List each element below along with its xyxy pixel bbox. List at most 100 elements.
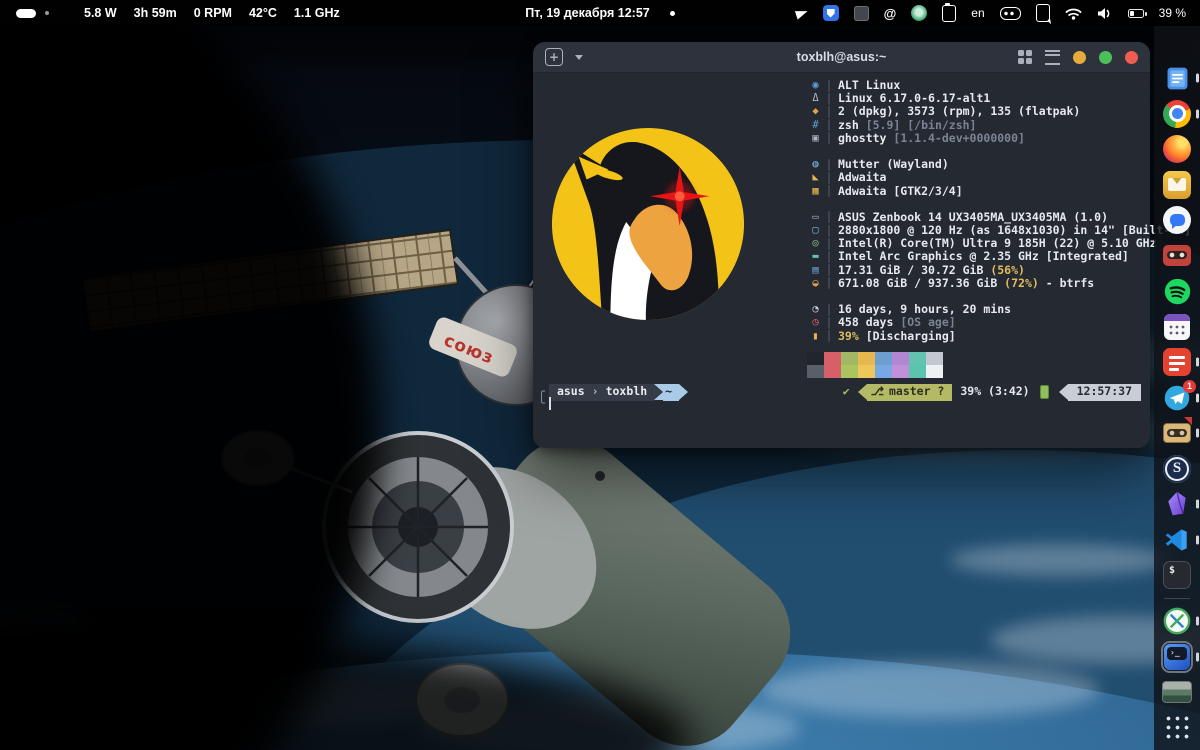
vitals-stats: 5.8 W 3h 59m 0 RPM 42°C 1.1 GHz xyxy=(84,6,340,20)
bitwarden-tray-icon[interactable] xyxy=(822,5,839,21)
separator-bar xyxy=(828,251,830,264)
separator-bar xyxy=(828,264,830,277)
dock-item-dollar-terminal[interactable]: $ xyxy=(1158,559,1196,591)
hamburger-menu-icon[interactable] xyxy=(1045,49,1060,65)
git-branch-name: master ? xyxy=(888,384,945,399)
dock-item-vscode[interactable] xyxy=(1158,524,1199,556)
fetch-text: [Discharging] xyxy=(858,328,956,343)
messenger-tray-icon[interactable] xyxy=(911,5,928,21)
maximize-button[interactable] xyxy=(1099,50,1112,64)
running-indicator xyxy=(1196,652,1199,661)
dock-item-green-x[interactable] xyxy=(1158,605,1199,637)
fetch-line: ◆ 2 (dpkg), 3573 (rpm), 135 (flatpak) xyxy=(807,105,1191,118)
dock-item-obsidian[interactable] xyxy=(1158,488,1199,520)
fetch-line: ▬ Intel Arc Graphics @ 2.35 GHz [Integrat… xyxy=(807,250,1191,263)
dock-item-ghostty[interactable]: ›_ xyxy=(1158,640,1199,673)
running-indicator xyxy=(1196,73,1199,83)
fetch-line: ▣ ghostty [1.1.4-dev+0000000] xyxy=(807,130,1191,145)
dock-item-app-grid[interactable] xyxy=(1158,712,1196,744)
os-icon: ◉ xyxy=(812,79,819,91)
screen-rotation-icon[interactable] xyxy=(1035,4,1050,22)
separator-bar xyxy=(828,237,830,250)
separator-bar xyxy=(828,316,830,329)
fetch-line: ◣ Adwaita xyxy=(807,171,1191,184)
separator-bar xyxy=(828,277,830,290)
close-button[interactable] xyxy=(1125,50,1138,64)
fetch-text: Intel Arc Graphics @ 2.35 GHz [Integrate… xyxy=(838,249,1129,264)
running-indicator xyxy=(1196,109,1199,118)
cpu-icon: ◎ xyxy=(812,237,819,250)
tab-chevron-icon[interactable] xyxy=(575,54,583,60)
palette-swatch xyxy=(824,365,841,378)
battery-percent: 39 % xyxy=(1158,6,1186,20)
fetch-text: [OS age] xyxy=(900,315,956,330)
text-cursor xyxy=(548,397,551,411)
display-icon: ▢ xyxy=(812,224,819,237)
volume-icon[interactable] xyxy=(1097,7,1113,20)
host-icon: ▭ xyxy=(812,210,819,223)
uptime-icon: ◔ xyxy=(812,303,819,316)
dock-item-s-app[interactable]: S xyxy=(1158,453,1196,485)
dock-separator xyxy=(1164,597,1190,599)
dock-item-chrome[interactable] xyxy=(1158,98,1199,130)
tray-app-icon[interactable] xyxy=(853,5,869,21)
separator-bar xyxy=(828,330,830,343)
tab-overview-icon[interactable] xyxy=(1018,50,1032,64)
stat-value: 1.1 GHz xyxy=(293,6,340,20)
dock-item-cassette-red[interactable] xyxy=(1158,240,1196,272)
palette-swatch xyxy=(875,365,892,378)
dock-item-tape-yellow[interactable] xyxy=(1158,417,1199,449)
dock-item-spotify[interactable] xyxy=(1158,275,1196,307)
clock[interactable]: Пт, 19 декабря 12:57 xyxy=(525,6,650,20)
fetch-text: (56%) xyxy=(990,262,1025,277)
palette-swatch xyxy=(892,365,909,378)
terminal-titlebar[interactable]: + toxblh@asus:~ xyxy=(533,42,1150,73)
cursor-theme-icon: ◣ xyxy=(812,171,819,184)
powerline-arrow-icon xyxy=(654,384,664,400)
running-indicator xyxy=(1196,535,1199,544)
fetch-text: 17.31 GiB / 30.72 GiB xyxy=(838,262,991,277)
separator-bar xyxy=(828,105,830,118)
notification-dot-icon xyxy=(669,10,675,16)
shell-icon: # xyxy=(812,118,819,131)
dock-item-calendar[interactable] xyxy=(1158,311,1196,343)
fetch-text: - btrfs xyxy=(1038,275,1095,290)
wifi-icon[interactable] xyxy=(1065,7,1082,20)
terminal-content[interactable]: ◉ ALT Linux Δ Linux 6.17.0-6.17-alt1 ◆ 2 (dpk… xyxy=(533,73,1191,448)
clipboard-tray-icon[interactable] xyxy=(942,2,957,22)
dock-item-files[interactable] xyxy=(1158,62,1199,94)
fetch-text: ghostty xyxy=(838,130,894,145)
dock-item-screenshot-thumb[interactable] xyxy=(1158,676,1196,708)
fetch-line: ▤ 17.31 GiB / 30.72 GiB (56%) xyxy=(807,262,1191,277)
telegram-tray-icon[interactable] xyxy=(794,6,809,20)
palette-swatch xyxy=(858,365,875,378)
palette-swatch xyxy=(841,365,858,378)
fetch-line: ▮ 39% [Discharging] xyxy=(807,328,1191,343)
separator-bar xyxy=(828,224,830,237)
desktop: союз 5.8 W 3h 59m 0 RPM 42°C 1.1 GHz Пт,… xyxy=(0,0,1200,750)
at-tray-icon[interactable]: @ xyxy=(884,6,897,21)
notification-badge: 1 xyxy=(1183,379,1196,393)
dock-item-chat[interactable] xyxy=(1158,204,1196,236)
terminal-window: + toxblh@asus:~ ◉ ALT Linux Δ Linux 6.17… xyxy=(533,42,1191,448)
battery-icon[interactable] xyxy=(1127,8,1147,18)
packages-icon: ◆ xyxy=(812,105,819,118)
disk-icon: ◒ xyxy=(812,276,819,289)
running-indicator xyxy=(1196,499,1199,509)
terminal-color-palette xyxy=(807,352,943,378)
keyboard-layout[interactable]: en xyxy=(971,6,984,20)
minimize-button[interactable] xyxy=(1073,50,1086,64)
dock: 1 S $ ›_ xyxy=(1154,26,1200,750)
dock-item-todoist[interactable] xyxy=(1158,346,1199,378)
dock-item-mail[interactable] xyxy=(1158,169,1196,201)
new-tab-button[interactable]: + xyxy=(545,48,563,66)
dock-item-firefox[interactable] xyxy=(1158,133,1196,165)
media-remote-icon[interactable] xyxy=(999,6,1021,20)
alt-linux-logo xyxy=(551,127,745,321)
system-stats[interactable]: 5.8 W 3h 59m 0 RPM 42°C 1.1 GHz xyxy=(0,6,340,20)
powerline-arrow-icon xyxy=(1058,384,1068,400)
fetch-text: 458 days xyxy=(838,315,901,330)
dock-item-telegram[interactable]: 1 xyxy=(1158,379,1199,414)
prompt-user: toxblh xyxy=(605,384,648,399)
gpu-icon: ▬ xyxy=(812,250,819,263)
